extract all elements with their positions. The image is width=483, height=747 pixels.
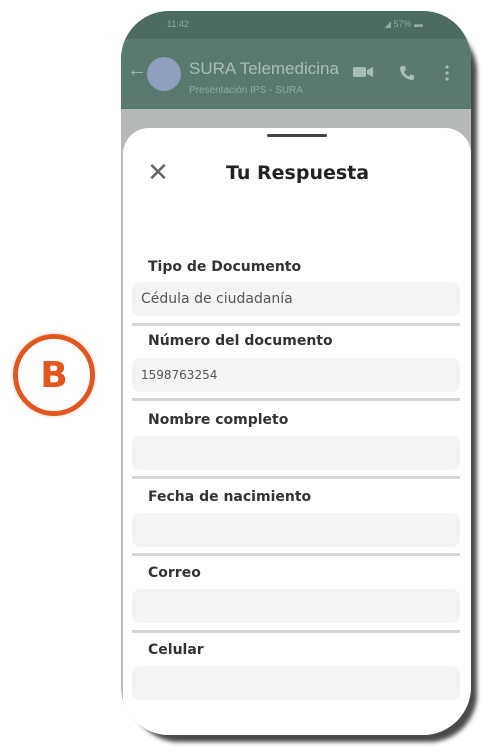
avatar[interactable] <box>147 57 181 91</box>
status-indicators: ◢ 57% ▬ <box>384 19 423 29</box>
sheet-grabber[interactable] <box>267 134 327 137</box>
badge-letter: B <box>40 354 68 396</box>
divider <box>132 398 460 401</box>
field-label-tipo-documento: Tipo de Documento <box>148 259 302 275</box>
nombre-completo-field[interactable] <box>132 436 460 470</box>
celular-field[interactable] <box>132 666 460 700</box>
field-label-numero-documento: Número del documento <box>148 333 333 349</box>
divider <box>132 323 460 326</box>
field-label-fecha-nacimiento: Fecha de nacimiento <box>148 489 312 505</box>
video-icon[interactable] <box>353 65 373 84</box>
phone-frame: 11:42 ◢ 57% ▬ ← SURA Telemedicina Presen… <box>121 11 471 735</box>
chat-subtitle: Presentación IPS - SURA <box>189 85 303 96</box>
fecha-nacimiento-field[interactable] <box>132 513 460 547</box>
divider <box>132 630 460 633</box>
chat-header: ← SURA Telemedicina Presentación IPS - S… <box>121 39 471 109</box>
close-icon[interactable]: ✕ <box>145 160 171 186</box>
tipo-documento-field[interactable]: Cédula de ciudadanía <box>132 282 460 316</box>
field-label-celular: Celular <box>148 642 204 658</box>
chat-title: SURA Telemedicina <box>189 59 339 78</box>
status-time: 11:42 <box>167 19 189 29</box>
response-sheet: ✕ Tu Respuesta Tipo de Documento Cédula … <box>123 128 471 735</box>
numero-documento-field[interactable]: 1598763254 <box>132 358 460 392</box>
sheet-title: Tu Respuesta <box>226 162 370 184</box>
menu-icon[interactable] <box>445 65 449 86</box>
field-label-correo: Correo <box>148 565 201 581</box>
status-bar: 11:42 ◢ 57% ▬ <box>121 11 471 39</box>
phone-icon[interactable] <box>399 65 415 86</box>
back-arrow-icon[interactable]: ← <box>127 59 147 82</box>
field-label-nombre-completo: Nombre completo <box>148 412 289 428</box>
divider <box>132 553 460 556</box>
correo-field[interactable] <box>132 589 460 623</box>
option-b-badge: B <box>13 334 95 416</box>
divider <box>132 476 460 479</box>
